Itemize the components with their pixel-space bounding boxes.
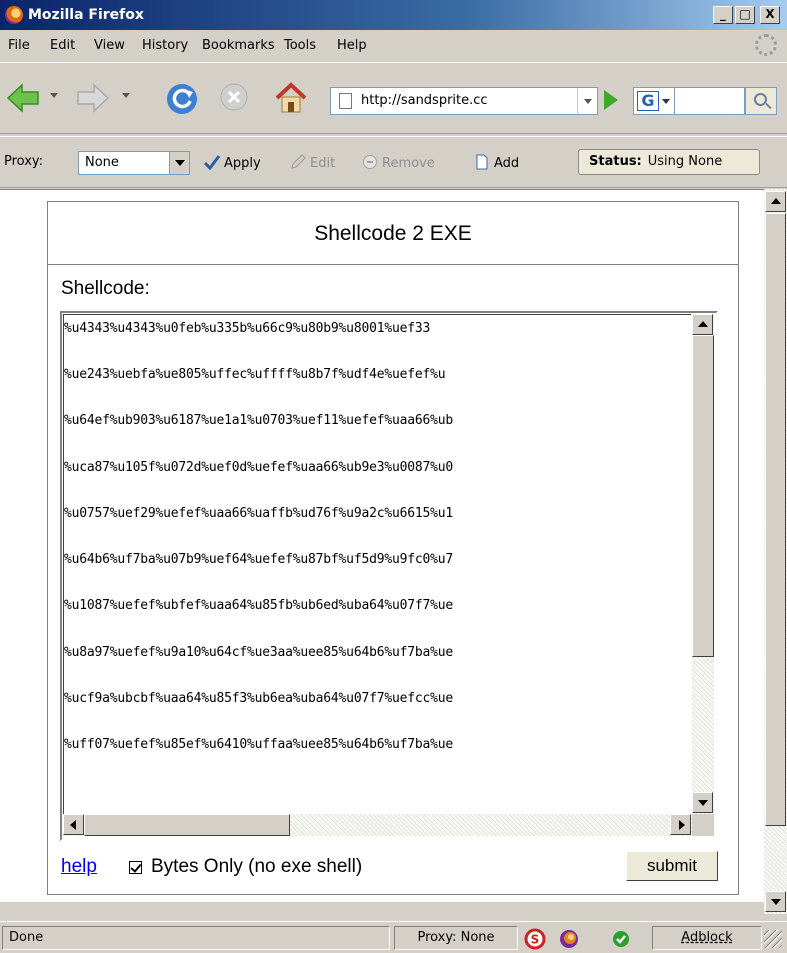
remove-label: Remove	[382, 156, 435, 171]
title-bar: Mozilla Firefox _ □ X	[0, 0, 787, 30]
add-button[interactable]: Add	[474, 154, 519, 171]
forward-arrow-icon[interactable]	[76, 81, 110, 115]
scroll-up-icon[interactable]	[692, 314, 713, 335]
proxy-toolbar: Proxy: None Apply Edit Remove Add Status…	[0, 136, 787, 188]
scroll-down-icon[interactable]	[765, 891, 786, 912]
close-button[interactable]: X	[760, 6, 780, 24]
back-arrow-icon[interactable]	[6, 81, 40, 115]
help-link[interactable]: help	[61, 856, 97, 878]
menu-tools[interactable]: Tools	[284, 38, 316, 53]
menu-file[interactable]: File	[8, 38, 30, 53]
minimize-button[interactable]: _	[713, 6, 733, 24]
menu-history[interactable]: History	[142, 38, 188, 53]
proxy-label: Proxy:	[4, 154, 44, 169]
shellcode-line: %u8a97%uefef%u9a10%u64cf%ue3aa%uee85%u64…	[64, 645, 453, 660]
shellcode-line: %u4343%u4343%u0feb%u335b%u66c9%u80b9%u80…	[64, 321, 431, 336]
menu-bookmarks[interactable]: Bookmarks	[202, 38, 275, 53]
status-text: Done	[2, 926, 390, 950]
menu-edit[interactable]: Edit	[50, 38, 75, 53]
edit-label: Edit	[310, 156, 336, 171]
url-history-dropdown[interactable]	[577, 88, 597, 114]
checkmark-icon	[204, 155, 220, 170]
shellcode-line: %u0757%uef29%uefef%uaa66%uaffb%ud76f%u9a…	[64, 506, 453, 521]
apply-button[interactable]: Apply	[204, 154, 261, 171]
submit-button[interactable]: submit	[626, 851, 718, 881]
home-icon[interactable]	[273, 81, 309, 115]
shellcode-textarea[interactable]: %u4343%u4343%u0feb%u335b%u66c9%u80b9%u80…	[60, 311, 718, 841]
svg-text:S: S	[531, 933, 540, 947]
new-page-icon	[476, 154, 488, 170]
stop-icon[interactable]	[218, 81, 250, 113]
textarea-scroll-corner	[692, 814, 714, 836]
page-icon	[339, 93, 352, 109]
shellcode-line: %uff07%uefef%u85ef%u6410%uffaa%uee85%u64…	[64, 737, 453, 752]
shellcode-form-panel: Shellcode 2 EXE Shellcode: %u4343%u4343%…	[47, 201, 739, 895]
shellcode-line: %uca87%u105f%u072d%uef0d%uefef%uaa66%ub9…	[64, 460, 453, 475]
shellcode-label: Shellcode:	[61, 278, 150, 299]
proxy-selected-value: None	[85, 155, 119, 170]
menu-bar: File Edit View History Bookmarks Tools H…	[0, 32, 787, 60]
maximize-button[interactable]: □	[735, 6, 755, 24]
pencil-icon	[291, 154, 306, 169]
shellcode-line: %ue243%uebfa%ue805%uffec%uffff%u8b7f%udf…	[64, 367, 446, 382]
bytes-only-label: Bytes Only (no exe shell)	[151, 856, 363, 877]
shellcode-line: %u64b6%uf7ba%u07b9%uef64%uefef%u87bf%uf5…	[64, 552, 453, 567]
firefox-icon[interactable]	[558, 928, 580, 950]
status-proxy[interactable]: Proxy: None	[394, 926, 518, 950]
back-dropdown-icon[interactable]	[50, 93, 58, 98]
chevron-down-icon	[662, 99, 670, 104]
proxy-status-box: Status: Using None	[578, 149, 760, 175]
textarea-vscroll-thumb[interactable]	[692, 335, 714, 657]
url-bar[interactable]: http://sandsprite.cc	[330, 87, 598, 115]
firefox-logo-icon	[5, 6, 23, 24]
scroll-down-icon[interactable]	[692, 792, 713, 813]
bytes-only-checkbox[interactable]	[129, 861, 142, 874]
navigation-toolbar: http://sandsprite.cc G	[0, 62, 787, 134]
adblock-button[interactable]: Adblock	[652, 926, 762, 950]
textarea-horizontal-scrollbar[interactable]	[63, 814, 692, 836]
scroll-up-icon[interactable]	[765, 191, 786, 212]
shellcode-line: %u1087%uefef%ubfef%uaa64%u85fb%ub6ed%uba…	[64, 598, 453, 613]
page-title: Shellcode 2 EXE	[48, 202, 738, 265]
proxy-status-value: Using None	[647, 154, 723, 169]
window-title: Mozilla Firefox	[28, 7, 144, 23]
proxy-select[interactable]: None	[78, 151, 190, 175]
resize-grip-icon[interactable]	[764, 930, 782, 948]
search-button[interactable]	[745, 87, 777, 115]
shellcode-line: %u64ef%ub903%u6187%ue1a1%u0703%uef11%uef…	[64, 413, 453, 428]
go-arrow-icon[interactable]	[604, 90, 618, 110]
menu-help[interactable]: Help	[337, 38, 367, 53]
page-scroll-thumb[interactable]	[765, 213, 786, 826]
apply-label: Apply	[224, 156, 261, 171]
menu-view[interactable]: View	[94, 38, 125, 53]
textarea-hscroll-thumb[interactable]	[84, 814, 290, 836]
add-label: Add	[494, 156, 520, 171]
reload-icon[interactable]	[164, 81, 200, 117]
page-content: Shellcode 2 EXE Shellcode: %u4343%u4343%…	[0, 189, 764, 902]
shellcode-text: %u4343%u4343%u0feb%u335b%u66c9%u80b9%u80…	[63, 314, 691, 814]
search-input[interactable]	[675, 87, 745, 115]
url-text: http://sandsprite.cc	[361, 93, 488, 108]
noscript-icon[interactable]: S	[524, 928, 546, 950]
textarea-vertical-scrollbar[interactable]	[692, 314, 714, 814]
forward-dropdown-icon[interactable]	[122, 93, 130, 98]
google-icon: G	[637, 91, 659, 111]
edit-button: Edit	[290, 154, 335, 171]
throbber-icon	[755, 34, 777, 56]
shellcode-line: %ucf9a%ubcbf%uaa64%u85f3%ub6ea%uba64%u07…	[64, 691, 453, 706]
search-engine-selector[interactable]: G	[633, 87, 675, 115]
status-bar: Done Proxy: None S Adblock	[0, 921, 787, 953]
remove-icon	[363, 155, 377, 169]
page-vertical-scrollbar[interactable]	[764, 189, 787, 914]
proxy-status-label: Status:	[589, 154, 642, 169]
status-check-icon[interactable]	[610, 928, 632, 950]
chevron-down-icon	[169, 152, 189, 174]
scroll-right-icon[interactable]	[670, 814, 691, 835]
remove-button: Remove	[362, 154, 435, 171]
scroll-left-icon[interactable]	[63, 814, 84, 835]
